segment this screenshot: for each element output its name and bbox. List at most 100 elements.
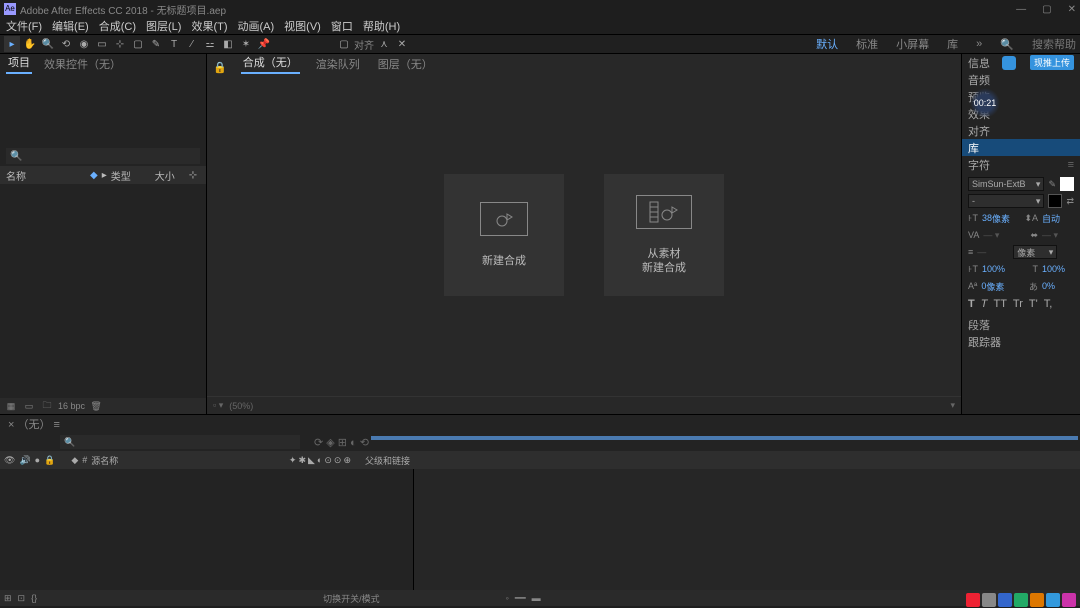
tab-layer[interactable]: 图层（无）: [376, 54, 435, 74]
new-composition-card[interactable]: 新建合成: [444, 174, 564, 296]
vscale-input[interactable]: 100 %: [982, 262, 1014, 276]
faux-italic[interactable]: T: [981, 298, 988, 310]
puppet-tool[interactable]: 📌: [256, 36, 272, 52]
col-name[interactable]: 名称: [6, 168, 86, 183]
subscript[interactable]: T,: [1044, 298, 1053, 310]
project-item-list[interactable]: [0, 184, 206, 398]
orbit-tool[interactable]: ⟲: [58, 36, 74, 52]
audio-col-icon[interactable]: 🔊: [19, 455, 30, 466]
rect-tool[interactable]: ▢: [130, 36, 146, 52]
minimize-button[interactable]: —: [1016, 4, 1026, 15]
col-size[interactable]: 大小: [155, 168, 185, 183]
timeline-tab[interactable]: × （无） ≡: [8, 416, 60, 432]
panel-align[interactable]: 对齐: [962, 122, 1080, 139]
menu-composition[interactable]: 合成(C): [97, 18, 138, 34]
workspace-small[interactable]: 小屏幕: [896, 36, 929, 52]
switches-icons[interactable]: ✦✱◣◐⊙⊙⊕: [289, 455, 353, 466]
snap-opt[interactable]: ⋏: [376, 36, 392, 52]
tl-opt-icons[interactable]: ⟳ ◈ ⊞ ◐ ⟲: [314, 436, 369, 449]
timeline-tracks[interactable]: [414, 469, 1080, 590]
new-from-footage-card[interactable]: 从素材 新建合成: [604, 174, 724, 296]
font-family-dropdown[interactable]: SimSun-ExtB▾: [968, 177, 1044, 191]
eyedropper-icon[interactable]: ✎: [1048, 179, 1056, 190]
interpret-button[interactable]: ▦: [4, 399, 18, 413]
tag-icon[interactable]: ◆: [90, 170, 98, 181]
menu-file[interactable]: 文件(F): [4, 18, 44, 34]
selection-tool[interactable]: ▸: [4, 36, 20, 52]
timeline-search[interactable]: 🔍: [60, 435, 300, 449]
tab-effect-controls[interactable]: 效果控件（无）: [42, 54, 123, 74]
stroke-swatch[interactable]: [1048, 194, 1062, 208]
delete-button[interactable]: 🗑: [89, 399, 103, 413]
camera-dropdown[interactable]: ▾: [950, 400, 955, 411]
camera-tool[interactable]: ▭: [94, 36, 110, 52]
font-size-input[interactable]: 38 像素: [982, 211, 1014, 225]
rotate-tool[interactable]: ◉: [76, 36, 92, 52]
tl-toggle3[interactable]: {}: [31, 593, 37, 603]
panel-character[interactable]: 字符≡: [962, 156, 1080, 173]
col-source-name[interactable]: 源名称: [91, 454, 118, 467]
panel-audio[interactable]: 音频: [962, 71, 1080, 88]
tab-project[interactable]: 项目: [6, 52, 32, 74]
tray-icon-3[interactable]: [998, 593, 1012, 607]
label-icon[interactable]: ▸: [102, 170, 107, 181]
pen-tool[interactable]: ✎: [148, 36, 164, 52]
menu-effect[interactable]: 效果(T): [189, 18, 229, 34]
snap-opt2[interactable]: ✕: [394, 36, 410, 52]
col-parent[interactable]: 父级和链接: [365, 454, 410, 467]
res-dropdown[interactable]: (50%): [229, 401, 253, 411]
faux-bold[interactable]: T: [968, 298, 975, 310]
panel-paragraph[interactable]: 段落: [962, 316, 1080, 333]
workspace-lib[interactable]: 库: [947, 36, 958, 52]
workspace-more[interactable]: »: [976, 38, 982, 50]
col-type[interactable]: 类型: [111, 168, 151, 183]
tray-icon-7[interactable]: [1062, 593, 1076, 607]
clone-tool[interactable]: ⚍: [202, 36, 218, 52]
stroke-unit-dropdown[interactable]: 像素▾: [1013, 245, 1057, 259]
zoom-tool[interactable]: 🔍: [40, 36, 56, 52]
lock-icon[interactable]: 🔒: [213, 61, 227, 74]
search-help[interactable]: 搜索帮助: [1032, 36, 1076, 52]
tracking-input[interactable]: — ▾: [1042, 228, 1074, 242]
baseline-input[interactable]: 0 像素: [981, 279, 1013, 293]
all-caps[interactable]: TT: [993, 298, 1006, 310]
tray-icon-4[interactable]: [1014, 593, 1028, 607]
close-button[interactable]: ✕: [1068, 4, 1076, 15]
swap-icon[interactable]: ⇄: [1066, 196, 1074, 207]
tsume-input[interactable]: 0 %: [1042, 279, 1074, 293]
zoom-slider[interactable]: ━━: [515, 593, 526, 604]
new-comp-button[interactable]: ▭: [22, 399, 36, 413]
eraser-tool[interactable]: ◧: [220, 36, 236, 52]
lock-col-icon[interactable]: 🔒: [44, 455, 55, 466]
menu-help[interactable]: 帮助(H): [361, 18, 402, 34]
tl-toggle2[interactable]: ⊡: [18, 593, 26, 604]
col-more-icon[interactable]: ⊹: [189, 170, 197, 181]
tray-icon-5[interactable]: [1030, 593, 1044, 607]
workspace-standard[interactable]: 标准: [856, 36, 878, 52]
menu-animation[interactable]: 动画(A): [236, 18, 277, 34]
panel-info[interactable]: 信息 现推上传: [962, 54, 1080, 71]
panel-tracker[interactable]: 跟踪器: [962, 333, 1080, 350]
cloud-icon[interactable]: [1002, 56, 1016, 70]
fill-swatch[interactable]: [1060, 177, 1074, 191]
tab-render-queue[interactable]: 渲染队列: [314, 54, 362, 74]
tl-toggle1[interactable]: ⊞: [4, 593, 12, 604]
label-col-icon[interactable]: ◆: [71, 455, 78, 466]
workspace-default[interactable]: 默认: [816, 36, 838, 52]
roto-tool[interactable]: ✶: [238, 36, 254, 52]
new-folder-button[interactable]: 🗀: [40, 399, 54, 413]
menu-window[interactable]: 窗口: [329, 18, 355, 34]
tray-icon-2[interactable]: [982, 593, 996, 607]
panel-libraries[interactable]: 库: [962, 139, 1080, 156]
leading-input[interactable]: 自动: [1042, 211, 1074, 225]
tab-composition[interactable]: 合成（无）: [241, 52, 300, 74]
bpc-toggle[interactable]: 16 bpc: [58, 401, 85, 411]
time-ruler[interactable]: [369, 433, 1080, 451]
zoom-dropdown[interactable]: ▫ ▾: [213, 400, 223, 411]
menu-edit[interactable]: 编辑(E): [50, 18, 91, 34]
hscale-input[interactable]: 100 %: [1042, 262, 1074, 276]
anchor-tool[interactable]: ⊹: [112, 36, 128, 52]
kerning-input[interactable]: — ▾: [983, 228, 1015, 242]
tray-icon-6[interactable]: [1046, 593, 1060, 607]
stroke-width-input[interactable]: —: [977, 245, 1009, 259]
